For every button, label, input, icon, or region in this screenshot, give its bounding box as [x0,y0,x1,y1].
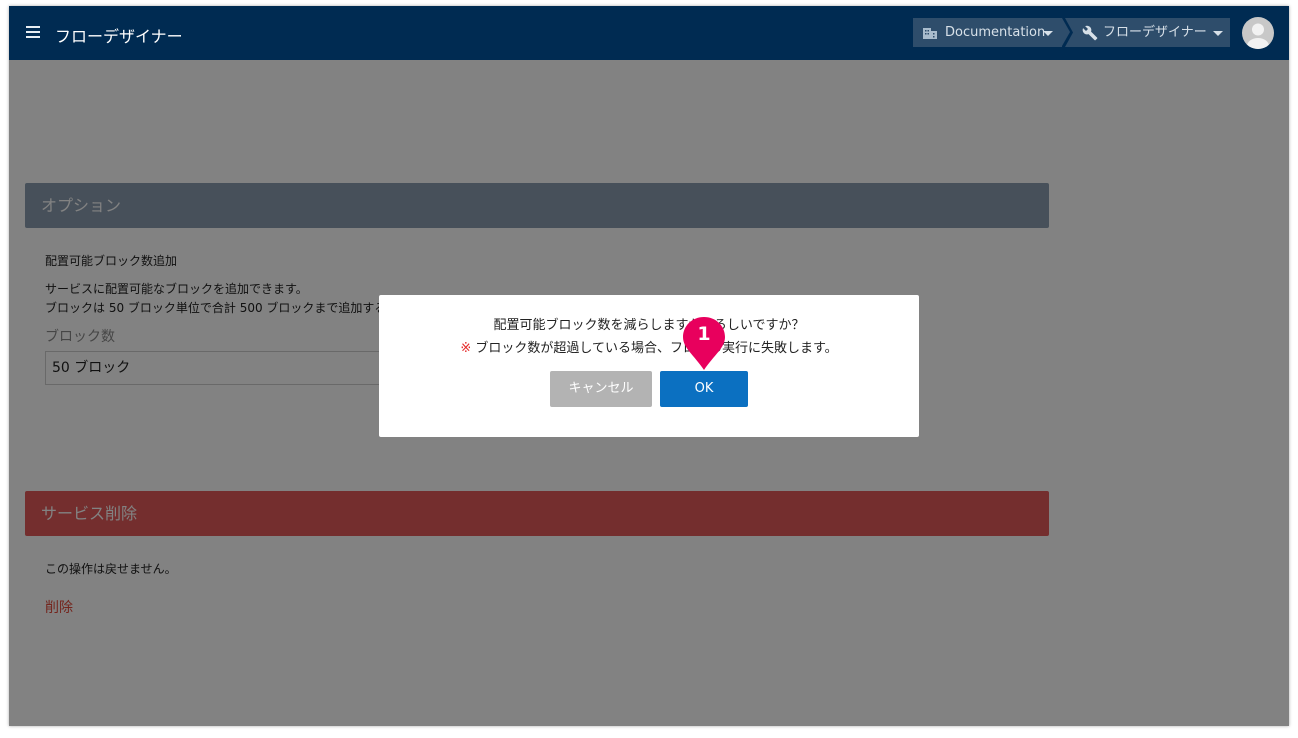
app-window: フローデザイナー Documentation フローデザイナー オプション 配置… [9,6,1289,726]
user-icon [1247,23,1269,49]
step-marker: 1 [681,315,727,373]
breadcrumb-flow-designer[interactable]: フローデザイナー [1073,18,1230,47]
step-number: 1 [697,323,711,345]
dialog-message: 配置可能ブロック数を減らしますがよろしいですか？ [493,318,805,333]
menu-icon[interactable] [26,26,40,38]
warning-mark: ※ [460,341,472,356]
app-title: フローデザイナー [55,27,183,46]
building-icon [923,28,937,39]
wrench-icon [1082,25,1098,41]
dialog-warning: ※ ブロック数が超過している場合、フローの実行に失敗します。 [379,337,919,356]
confirm-dialog: 配置可能ブロック数を減らしますがよろしいですか？ ※ ブロック数が超過している場… [379,295,919,437]
breadcrumb-documentation-label: Documentation [945,25,1046,40]
chevron-down-icon [1213,31,1223,36]
avatar[interactable] [1242,17,1274,49]
breadcrumb-notch [1065,18,1073,47]
dialog-warning-text: ブロック数が超過している場合、フローの実行に失敗します。 [471,341,838,356]
cancel-button[interactable]: キャンセル [550,371,652,407]
app-bar: フローデザイナー Documentation フローデザイナー [9,6,1289,60]
ok-button[interactable]: OK [660,371,748,407]
breadcrumb-flow-designer-label: フローデザイナー [1103,25,1207,40]
breadcrumb-documentation[interactable]: Documentation [913,18,1062,47]
chevron-down-icon [1043,31,1053,36]
